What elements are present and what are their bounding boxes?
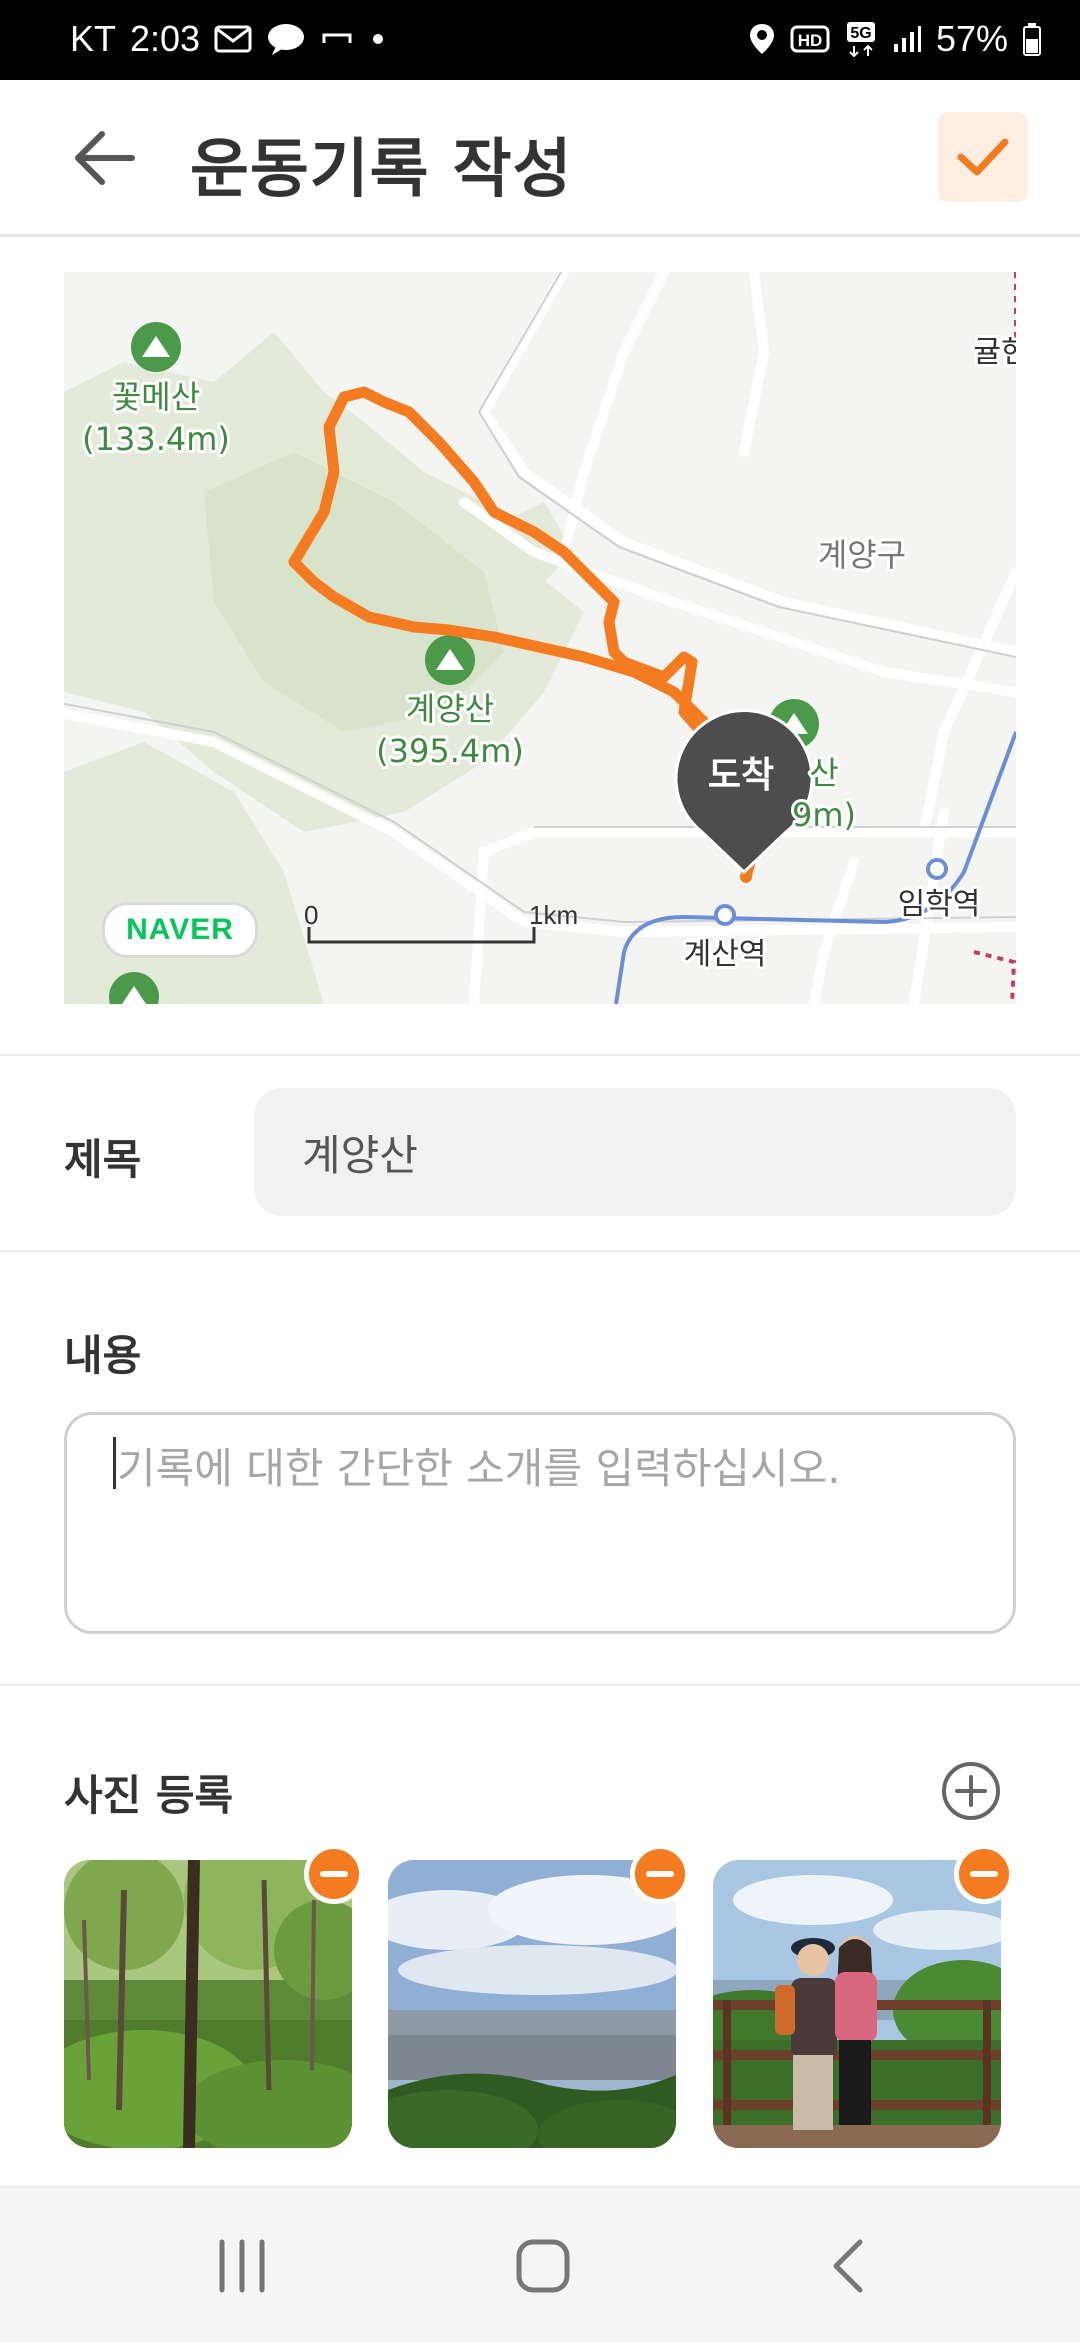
network-5g-icon: 5G — [844, 21, 878, 57]
edge-label: 귤현 — [973, 335, 1016, 370]
back-arrow-icon — [75, 131, 135, 185]
home-button[interactable] — [503, 2228, 583, 2304]
forest-photo — [64, 1860, 352, 2148]
section-divider — [0, 1684, 1080, 1686]
back-button[interactable] — [70, 126, 140, 190]
nav-back-button[interactable] — [808, 2228, 888, 2304]
district-label: 계양구 — [818, 536, 906, 574]
confirm-button[interactable] — [938, 112, 1028, 202]
scale-bar — [307, 927, 536, 944]
content-textarea[interactable]: 기록에 대한 간단한 소개를 입력하십시오. — [64, 1412, 1016, 1634]
route-end-dot — [740, 871, 752, 883]
city-view-photo — [388, 1860, 676, 2148]
content-label: 내용 — [64, 1331, 142, 1380]
mountain-marker — [131, 322, 181, 372]
text-caret — [113, 1437, 116, 1489]
recents-icon — [219, 2239, 265, 2293]
nav-back-icon — [833, 2239, 863, 2293]
minus-icon — [646, 1871, 674, 1877]
station-label: 계산역 — [684, 937, 767, 972]
add-photo-button[interactable] — [940, 1760, 1002, 1822]
hd-icon: HD — [790, 24, 830, 54]
page-title: 운동기록 작성 — [190, 133, 573, 207]
home-icon — [516, 2239, 570, 2293]
carrier-label: KT — [70, 18, 117, 59]
mountain-height: 9m) — [792, 796, 856, 834]
title-input[interactable]: 계양산 — [254, 1088, 1016, 1216]
station-label: 임학역 — [898, 887, 981, 922]
cast-icon — [320, 29, 354, 49]
battery-icon — [1022, 22, 1042, 56]
mountain-name: 꽃메산 — [112, 378, 200, 416]
scale-start: 0 — [304, 900, 318, 930]
clock: 2:03 — [130, 18, 201, 59]
dot-icon — [368, 29, 388, 49]
route-map[interactable]: 도착 꽃메산 (133.4m) 계양산 (395.4m) 산 9m) 계양구 귤… — [64, 272, 1016, 1004]
mountain-name: 산 — [809, 754, 838, 792]
plus-circle-icon — [942, 1762, 1000, 1820]
system-nav-bar — [0, 2186, 1080, 2342]
title-input-value: 계양산 — [302, 1130, 418, 1180]
remove-photo-button[interactable] — [304, 1844, 364, 1904]
minus-icon — [320, 1871, 348, 1877]
hikers-photo — [713, 1860, 1001, 2148]
scale-end: 1km — [529, 900, 578, 930]
content-placeholder: 기록에 대한 간단한 소개를 입력하십시오. — [117, 1444, 841, 1493]
mail-icon — [214, 24, 252, 54]
status-bar: KT 2:03 HD 5G 57% — [0, 0, 1080, 80]
minus-icon — [970, 1871, 998, 1877]
photo-thumbnail[interactable] — [713, 1860, 1001, 2148]
signal-icon — [892, 24, 922, 54]
remove-photo-button[interactable] — [954, 1844, 1014, 1904]
photo-thumbnail[interactable] — [388, 1860, 676, 2148]
station-marker — [926, 858, 948, 880]
photo-thumbnail[interactable] — [64, 1860, 352, 2148]
app-bar: 운동기록 작성 — [0, 80, 1080, 237]
mountain-height: (133.4m) — [82, 420, 230, 458]
section-divider — [0, 1054, 1080, 1056]
station-marker — [714, 904, 736, 926]
mountain-height: (395.4m) — [376, 732, 524, 770]
check-icon — [957, 138, 1009, 176]
photo-label: 사진 등록 — [64, 1771, 234, 1820]
mountain-marker — [425, 635, 475, 685]
mountain-name: 계양산 — [406, 690, 494, 728]
title-label: 제목 — [64, 1135, 142, 1184]
location-icon — [748, 22, 776, 56]
hd-label: HD — [798, 31, 823, 50]
naver-logo: NAVER — [102, 902, 258, 958]
remove-photo-button[interactable] — [630, 1844, 690, 1904]
arrival-label: 도착 — [708, 755, 774, 796]
battery-percent: 57% — [935, 18, 1008, 59]
chat-icon — [266, 22, 306, 56]
section-divider — [0, 1250, 1080, 1252]
recents-button[interactable] — [202, 2228, 282, 2304]
network-label: 5G — [850, 25, 871, 42]
